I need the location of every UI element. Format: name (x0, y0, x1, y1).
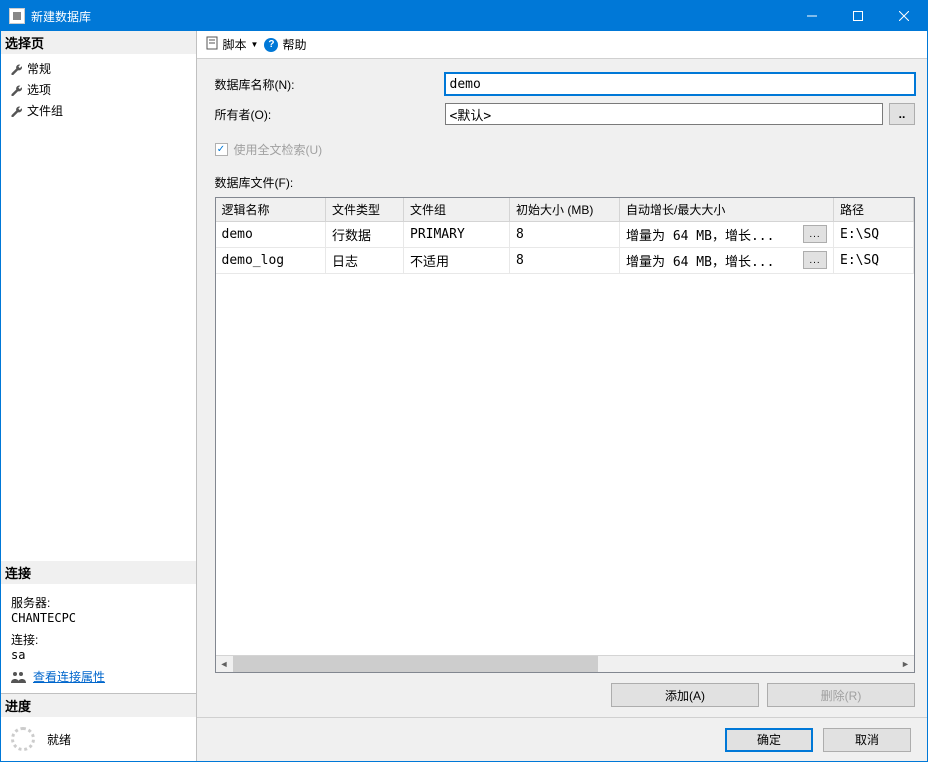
growth-edit-button[interactable]: ... (803, 225, 827, 243)
close-button[interactable] (881, 1, 927, 31)
script-icon (205, 36, 219, 53)
ok-button[interactable]: 确定 (725, 728, 813, 752)
maximize-button[interactable] (835, 1, 881, 31)
titlebar: 新建数据库 (1, 1, 927, 31)
cell-path[interactable]: E:\SQ (834, 222, 914, 248)
col-logical-name[interactable]: 逻辑名称 (216, 198, 326, 222)
sidebar-item-label: 常规 (27, 60, 51, 77)
sidebar-item-label: 选项 (27, 81, 51, 98)
col-initial-size[interactable]: 初始大小 (MB) (510, 198, 620, 222)
owner-browse-button[interactable]: .. (889, 103, 915, 125)
cell-growth: 增量为 64 MB，增长...... (620, 222, 834, 248)
wrench-icon (9, 83, 23, 97)
minimize-button[interactable] (789, 1, 835, 31)
cancel-button[interactable]: 取消 (823, 728, 911, 752)
cell-growth: 增量为 64 MB，增长...... (620, 248, 834, 274)
sidebar-item-options[interactable]: 选项 (9, 79, 196, 100)
wrench-icon (9, 104, 23, 118)
connection-header: 连接 (1, 561, 196, 584)
sidebar-item-filegroups[interactable]: 文件组 (9, 100, 196, 121)
server-value: CHANTECPC (11, 611, 186, 625)
table-row[interactable]: demo_log 日志 不适用 8 增量为 64 MB，增长...... E:\… (216, 248, 914, 274)
cell-type: 日志 (326, 248, 404, 274)
progress-status: 就绪 (47, 731, 71, 748)
server-label: 服务器: (11, 594, 186, 611)
people-icon (11, 671, 27, 683)
horizontal-scrollbar[interactable]: ◄ ► (216, 655, 915, 672)
progress-header: 进度 (1, 694, 196, 717)
owner-input[interactable] (445, 103, 884, 125)
help-button[interactable]: ? 帮助 (264, 36, 306, 53)
col-filegroup[interactable]: 文件组 (404, 198, 510, 222)
chevron-down-icon: ▼ (251, 40, 259, 49)
sidebar: 选择页 常规 选项 文件组 连接 服务器: CHANTECP (1, 31, 197, 761)
script-dropdown[interactable]: 脚本 ▼ (205, 36, 259, 53)
dbname-input[interactable] (445, 73, 916, 95)
connection-value: sa (11, 648, 186, 662)
script-label: 脚本 (223, 36, 247, 53)
window-title: 新建数据库 (31, 8, 789, 25)
view-connection-properties-link[interactable]: 查看连接属性 (33, 668, 105, 685)
cell-path[interactable]: E:\SQ (834, 248, 914, 274)
cell-name[interactable]: demo_log (216, 248, 326, 274)
cell-name[interactable]: demo (216, 222, 326, 248)
scroll-thumb[interactable] (233, 656, 598, 673)
main-panel: 脚本 ▼ ? 帮助 数据库名称(N): 所有者(O): .. ✓ 使用全文检索(… (197, 31, 928, 761)
select-page-header: 选择页 (1, 31, 196, 54)
dbname-label: 数据库名称(N): (215, 76, 445, 93)
wrench-icon (9, 62, 23, 76)
cell-group[interactable]: 不适用 (404, 248, 510, 274)
add-button[interactable]: 添加(A) (611, 683, 759, 707)
progress-spinner-icon (11, 727, 35, 751)
sidebar-item-label: 文件组 (27, 102, 63, 119)
table-row[interactable]: demo 行数据 PRIMARY 8 增量为 64 MB，增长...... E:… (216, 222, 914, 248)
help-label: 帮助 (282, 36, 306, 53)
files-label: 数据库文件(F): (215, 174, 916, 191)
connection-label: 连接: (11, 631, 186, 648)
cell-group[interactable]: PRIMARY (404, 222, 510, 248)
col-autogrowth[interactable]: 自动增长/最大大小 (620, 198, 834, 222)
cell-size[interactable]: 8 (510, 248, 620, 274)
col-path[interactable]: 路径 (834, 198, 914, 222)
scroll-right-icon[interactable]: ► (897, 656, 914, 673)
col-file-type[interactable]: 文件类型 (326, 198, 404, 222)
owner-label: 所有者(O): (215, 106, 445, 123)
sidebar-item-general[interactable]: 常规 (9, 58, 196, 79)
toolbar: 脚本 ▼ ? 帮助 (197, 31, 928, 59)
cell-size[interactable]: 8 (510, 222, 620, 248)
remove-button: 删除(R) (767, 683, 915, 707)
app-icon (9, 8, 25, 24)
growth-edit-button[interactable]: ... (803, 251, 827, 269)
cell-type: 行数据 (326, 222, 404, 248)
scroll-left-icon[interactable]: ◄ (216, 656, 233, 673)
fulltext-label: 使用全文检索(U) (234, 141, 323, 158)
dialog-footer: 确定 取消 (197, 717, 928, 761)
help-icon: ? (264, 38, 278, 52)
fulltext-checkbox: ✓ (215, 143, 228, 156)
files-table: 逻辑名称 文件类型 文件组 初始大小 (MB) 自动增长/最大大小 路径 dem… (215, 197, 916, 673)
